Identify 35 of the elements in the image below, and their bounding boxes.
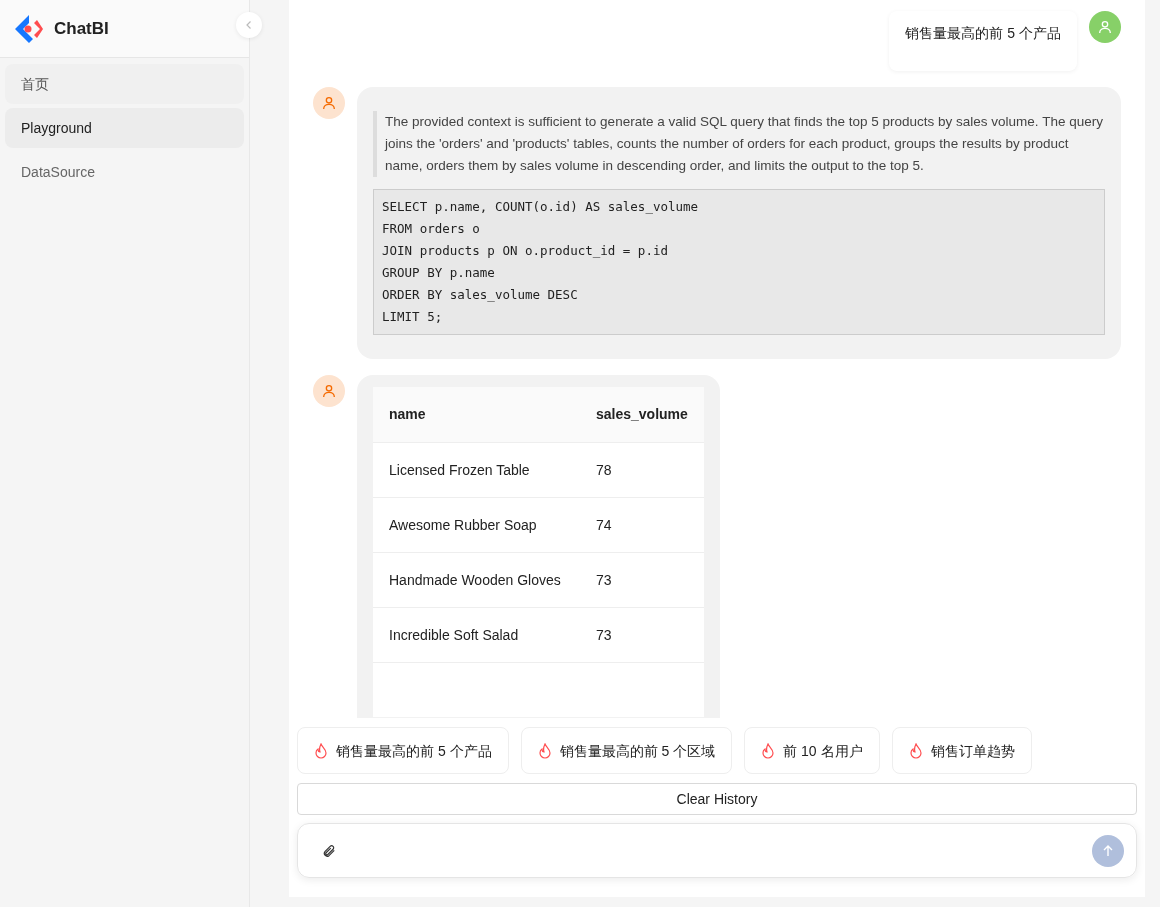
brand-name: ChatBI bbox=[54, 17, 109, 40]
flame-icon bbox=[314, 742, 328, 759]
suggestion-chip[interactable]: 前 10 名用户 bbox=[744, 727, 880, 774]
chat-input-field[interactable] bbox=[297, 823, 1137, 878]
arrow-up-icon bbox=[1102, 844, 1114, 857]
flame-icon bbox=[761, 742, 776, 759]
collapse-button[interactable] bbox=[236, 12, 262, 38]
explanation-text: The provided context is sufficient to generate a valid SQL query that finds the top 5 products by sales volume. The query joins the 'orders' and 'products' tables, counts the number of orders for each product, groups the results by product name, orders them by sales volume in descending order, and limits the output to the top 5. bbox=[373, 111, 1105, 177]
column-header: sales_volume bbox=[580, 387, 704, 442]
table-cell: 73 bbox=[580, 552, 704, 607]
suggestion-chip[interactable]: 销售量最高的前 5 个产品 bbox=[297, 727, 509, 774]
nav-item[interactable]: DataSource bbox=[5, 152, 244, 192]
user-icon bbox=[321, 95, 337, 111]
table-cell: Licensed Frozen Table bbox=[373, 442, 580, 497]
table-cell: Incredible Soft Salad bbox=[373, 607, 580, 662]
clear-history-button[interactable]: Clear History bbox=[297, 783, 1137, 815]
nav-item[interactable]: Playground bbox=[5, 108, 244, 148]
user-icon bbox=[321, 383, 337, 399]
column-header: name bbox=[373, 387, 580, 442]
sql-code: SELECT p.name, COUNT(o.id) AS sales_volume FROM orders o JOIN products p ON o.product_id = p.id GROUP BY p.name ORDER BY sales_volume DESC LIMIT 5; bbox=[373, 189, 1105, 335]
table-cell: 73 bbox=[580, 607, 704, 662]
suggestion-chip[interactable]: 销售订单趋势 bbox=[891, 727, 1032, 774]
suggestion-chip[interactable]: 销售量最高的前 5 个区域 bbox=[520, 727, 733, 774]
table-cell: Awesome Rubber Soap bbox=[373, 497, 580, 552]
user-message: 销售量最高的前 5 个产品 bbox=[889, 11, 1077, 71]
flame-icon bbox=[908, 742, 923, 759]
chevron-left-icon bbox=[244, 20, 254, 30]
paperclip-icon bbox=[322, 843, 336, 858]
table-cell: 78 bbox=[580, 442, 704, 497]
nav-item[interactable]: 首页 bbox=[5, 64, 244, 104]
table-cell: 74 bbox=[580, 497, 704, 552]
flame-icon bbox=[537, 742, 552, 759]
send-button[interactable] bbox=[1092, 834, 1124, 867]
table-cell: Handmade Wooden Gloves bbox=[373, 552, 580, 607]
user-icon bbox=[1097, 19, 1113, 35]
